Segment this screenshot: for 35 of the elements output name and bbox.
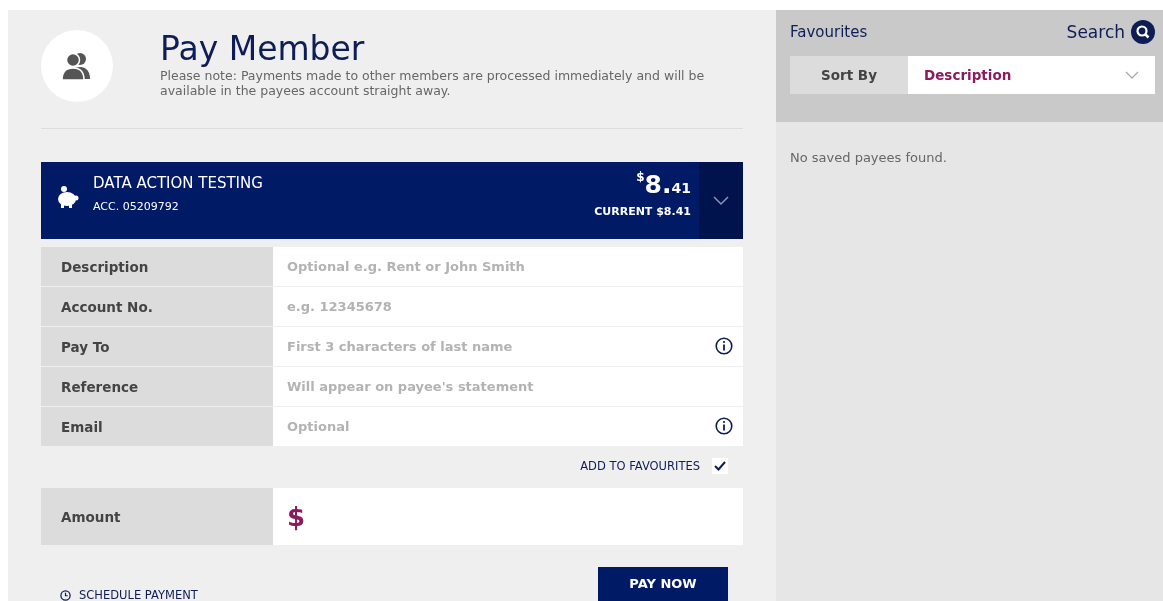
amount-field[interactable]: $ bbox=[273, 488, 743, 545]
field-label: Email bbox=[41, 407, 273, 446]
input-field[interactable]: Optional bbox=[273, 407, 743, 446]
piggy-bank-icon bbox=[55, 185, 79, 209]
account-bar[interactable]: DATA ACTION TESTING ACC. 05209792 $^{$}$8.41 CURRENT $8.41 bbox=[41, 162, 743, 239]
info-icon[interactable] bbox=[715, 417, 733, 435]
search-icon bbox=[1131, 20, 1155, 44]
search-link[interactable]: Search bbox=[1066, 20, 1155, 44]
chevron-down-icon bbox=[1125, 71, 1139, 79]
current-balance: CURRENT $8.41 bbox=[594, 205, 691, 218]
sort-dropdown[interactable]: Description bbox=[908, 56, 1155, 94]
field-label: Pay To bbox=[41, 327, 273, 366]
payment-note: Please note: Payments made to other members are processed immediately and will be available in the payees account straight away. bbox=[160, 68, 705, 98]
pay-now-button[interactable]: PAY NOW bbox=[598, 567, 728, 601]
account-balance: $^{$}$8.41 bbox=[636, 170, 691, 199]
field-label: Amount bbox=[41, 488, 273, 545]
sort-label: Sort By bbox=[790, 56, 908, 94]
field-label: Account No. bbox=[41, 287, 273, 326]
field-label: Description bbox=[41, 247, 273, 286]
input-field[interactable]: Will appear on payee's statement bbox=[273, 367, 743, 406]
empty-message: No saved payees found. bbox=[789, 149, 948, 165]
input-field[interactable]: e.g. 12345678 bbox=[273, 287, 743, 326]
account-name: DATA ACTION TESTING bbox=[93, 174, 263, 192]
input-field[interactable]: First 3 characters of last name bbox=[273, 327, 743, 366]
account-number: ACC. 05209792 bbox=[93, 200, 179, 213]
page-title: Pay Member bbox=[160, 30, 366, 68]
info-icon[interactable] bbox=[715, 337, 733, 355]
field-label: Reference bbox=[41, 367, 273, 406]
clock-icon bbox=[60, 589, 71, 601]
favourites-checkbox[interactable] bbox=[712, 458, 728, 474]
schedule-payment-link[interactable]: SCHEDULE PAYMENT bbox=[60, 588, 198, 601]
favourites-title: Favourites bbox=[790, 23, 868, 41]
input-field[interactable]: Optional e.g. Rent or John Smith bbox=[273, 247, 743, 286]
chevron-down-icon bbox=[713, 195, 729, 206]
add-to-favourites-label: ADD TO FAVOURITES bbox=[580, 459, 700, 473]
